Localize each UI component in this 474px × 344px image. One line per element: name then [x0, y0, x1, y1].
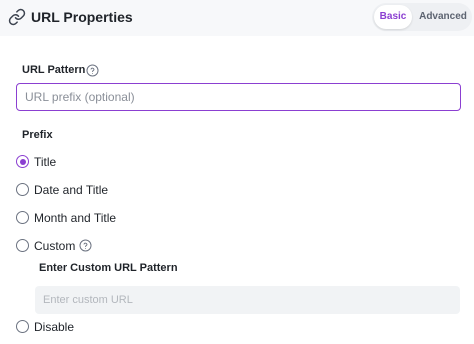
properties-header: URL Properties Basic Advanced	[0, 0, 474, 36]
radio-button[interactable]	[16, 211, 29, 224]
option-label: Custom	[34, 239, 76, 253]
prefix-option-disable[interactable]: Disable	[16, 319, 76, 335]
option-label: Disable	[34, 320, 75, 334]
prefix-option-custom[interactable]: Custom	[16, 238, 78, 254]
url-pattern-label: URL Pattern	[22, 64, 86, 76]
radio-button[interactable]	[16, 183, 29, 196]
custom-url-input[interactable]	[35, 286, 460, 314]
prefix-option-month-and-title[interactable]: Month and Title	[16, 210, 136, 226]
basic-mode-button[interactable]: Basic	[374, 5, 412, 29]
radio-button[interactable]	[16, 320, 29, 333]
option-label: Month and Title	[34, 211, 117, 225]
prefix-option-date-and-title[interactable]: Date and Title	[16, 182, 126, 198]
custom-url-pattern-label: Enter Custom URL Pattern	[39, 262, 178, 274]
advanced-mode-button[interactable]: Advanced	[416, 5, 470, 29]
question-circle-icon[interactable]	[79, 239, 92, 252]
option-label: Title	[34, 155, 57, 169]
prefix-option-title[interactable]: Title	[16, 154, 76, 170]
question-circle-icon[interactable]	[86, 64, 99, 77]
url-prefix-input[interactable]	[16, 83, 461, 111]
option-label: Date and Title	[34, 183, 109, 197]
radio-button-checked[interactable]	[16, 155, 29, 168]
panel-title: URL Properties	[31, 9, 133, 25]
prefix-label: Prefix	[22, 129, 53, 141]
radio-button[interactable]	[16, 239, 29, 252]
link-icon	[8, 8, 26, 26]
mode-toggle: Basic Advanced	[372, 3, 472, 31]
